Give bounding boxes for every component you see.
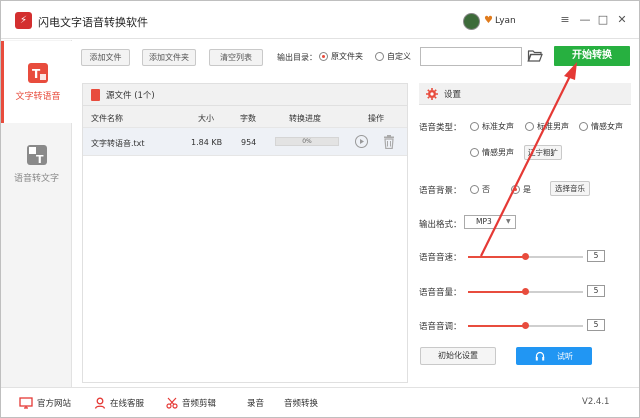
- add-file-button[interactable]: 添加文件: [81, 49, 130, 66]
- user-name[interactable]: Lyan: [495, 16, 516, 26]
- column-header: 文件名称: [91, 114, 123, 123]
- folder-open-icon[interactable]: [527, 48, 543, 63]
- minimize-button[interactable]: —: [577, 12, 593, 28]
- pitch-slider-handle[interactable]: [522, 322, 529, 329]
- clear-list-button[interactable]: 清空列表: [209, 49, 263, 66]
- monitor-icon: [19, 397, 33, 409]
- official-website-link[interactable]: 官方网站: [19, 397, 71, 409]
- voice-option-standard-female[interactable]: 标准女声: [470, 121, 514, 132]
- headphones-icon: [535, 351, 545, 361]
- reset-settings-button[interactable]: 初始化设置: [420, 347, 496, 365]
- add-folder-button[interactable]: 添加文件夹: [142, 49, 196, 66]
- background-no-option[interactable]: 否: [470, 184, 490, 195]
- volume-label: 语音音量：: [419, 288, 462, 298]
- file-panel: 源文件 (1个) 文件名称 大小 字数 转换进度 操作 文字转语音.txt 1.…: [82, 83, 408, 383]
- app-logo-icon: ⚡: [15, 12, 32, 29]
- user-avatar[interactable]: [463, 13, 480, 30]
- online-service-link[interactable]: 在线客服: [94, 397, 144, 409]
- speed-value-input[interactable]: 5: [587, 250, 605, 262]
- output-custom-option[interactable]: 自定义: [375, 51, 411, 62]
- file-size: 1.84 KB: [191, 138, 223, 147]
- file-count-title: 源文件 (1个): [106, 90, 155, 101]
- speech-to-text-icon: T: [26, 145, 47, 166]
- delete-icon[interactable]: [383, 135, 395, 152]
- output-path-input[interactable]: [420, 47, 522, 66]
- play-icon[interactable]: [355, 135, 368, 148]
- settings-panel: 设置 语音类型： 标准女声 标准男声 情感女声 情感男声 辽宁粗犷 语音背景： …: [419, 83, 631, 373]
- menu-icon[interactable]: ≡: [557, 12, 573, 28]
- audition-button[interactable]: 试听: [516, 347, 592, 365]
- voice-type-label: 语音类型：: [419, 123, 462, 133]
- volume-value-input[interactable]: 5: [587, 285, 605, 297]
- vip-heart-icon: ♥: [484, 15, 493, 26]
- voice-option-emotional-male[interactable]: 情感男声: [470, 147, 514, 158]
- voice-listen-button[interactable]: 辽宁粗犷: [524, 145, 562, 160]
- close-button[interactable]: ✕: [614, 12, 630, 28]
- format-select[interactable]: MP3 ▼: [464, 215, 516, 229]
- volume-slider-fill: [468, 291, 525, 293]
- output-source-option[interactable]: 原文件夹: [319, 51, 363, 62]
- volume-slider-handle[interactable]: [522, 288, 529, 295]
- footer-bar: 官方网站 在线客服 音频剪辑 录音 音频转换 V2.4.1: [1, 387, 639, 417]
- document-icon: [91, 88, 100, 101]
- speed-label: 语音音速：: [419, 253, 462, 263]
- background-yes-option[interactable]: 是: [511, 184, 531, 195]
- start-convert-button[interactable]: 开始转换: [554, 46, 630, 66]
- app-title: 闪电文字语音转换软件: [38, 16, 148, 29]
- file-table-header: 文件名称 大小 字数 转换进度 操作: [83, 106, 407, 128]
- gear-icon: [426, 87, 438, 100]
- audio-edit-link[interactable]: 音频剪辑: [166, 397, 216, 409]
- file-name: 文字转语音.txt: [91, 139, 145, 148]
- conversion-progress-bar: 0%: [275, 137, 339, 146]
- sidebar-item-speech-to-text[interactable]: T 语音转文字: [1, 123, 72, 205]
- svg-text:T: T: [36, 153, 44, 165]
- table-row[interactable]: 文字转语音.txt 1.84 KB 954 0%: [83, 128, 407, 156]
- choose-music-button[interactable]: 选择音乐: [550, 181, 590, 196]
- pitch-slider-rest: [525, 325, 583, 327]
- pitch-value-input[interactable]: 5: [587, 319, 605, 331]
- settings-header: 设置: [419, 83, 631, 105]
- voice-option-standard-male[interactable]: 标准男声: [525, 121, 569, 132]
- scissors-icon: [166, 397, 178, 409]
- speed-slider-handle[interactable]: [522, 253, 529, 260]
- sidebar-item-label: 文字转语音: [15, 92, 61, 102]
- audio-convert-link[interactable]: 音频转换: [284, 397, 318, 409]
- settings-title: 设置: [444, 89, 462, 100]
- voice-option-emotional-female[interactable]: 情感女声: [579, 121, 623, 132]
- volume-slider-rest: [525, 291, 583, 293]
- file-panel-header: 源文件 (1个): [83, 84, 407, 106]
- svg-text:T: T: [32, 67, 41, 81]
- pitch-label: 语音音调：: [419, 322, 462, 332]
- column-header: 转换进度: [289, 114, 321, 123]
- chevron-down-icon: ▼: [506, 218, 511, 225]
- file-char-count: 954: [241, 138, 257, 147]
- sidebar-item-label: 语音转文字: [13, 174, 59, 184]
- version-label: V2.4.1: [582, 397, 610, 407]
- progress-text: 0%: [302, 138, 312, 145]
- column-header: 大小: [198, 114, 214, 123]
- speed-slider-rest: [525, 256, 583, 258]
- title-bar: ⚡ 闪电文字语音转换软件 ♥ Lyan ≡ — □ ✕: [1, 1, 639, 39]
- text-to-speech-icon: T: [28, 63, 48, 83]
- sidebar: T 文字转语音 T 语音转文字: [1, 40, 72, 387]
- maximize-button[interactable]: □: [595, 12, 611, 28]
- format-label: 输出格式：: [419, 220, 462, 230]
- background-label: 语音背景：: [419, 186, 462, 196]
- radio-custom[interactable]: [375, 52, 384, 61]
- sidebar-item-text-to-speech[interactable]: T 文字转语音: [1, 41, 72, 123]
- person-icon: [94, 397, 106, 409]
- column-header: 字数: [240, 114, 256, 123]
- format-value: MP3: [476, 217, 492, 226]
- column-header: 操作: [368, 114, 384, 123]
- pitch-slider-fill: [468, 325, 525, 327]
- speed-slider-fill: [468, 256, 525, 258]
- radio-source[interactable]: [319, 52, 328, 61]
- record-link[interactable]: 录音: [247, 397, 264, 409]
- output-dir-label: 输出目录：: [277, 53, 317, 62]
